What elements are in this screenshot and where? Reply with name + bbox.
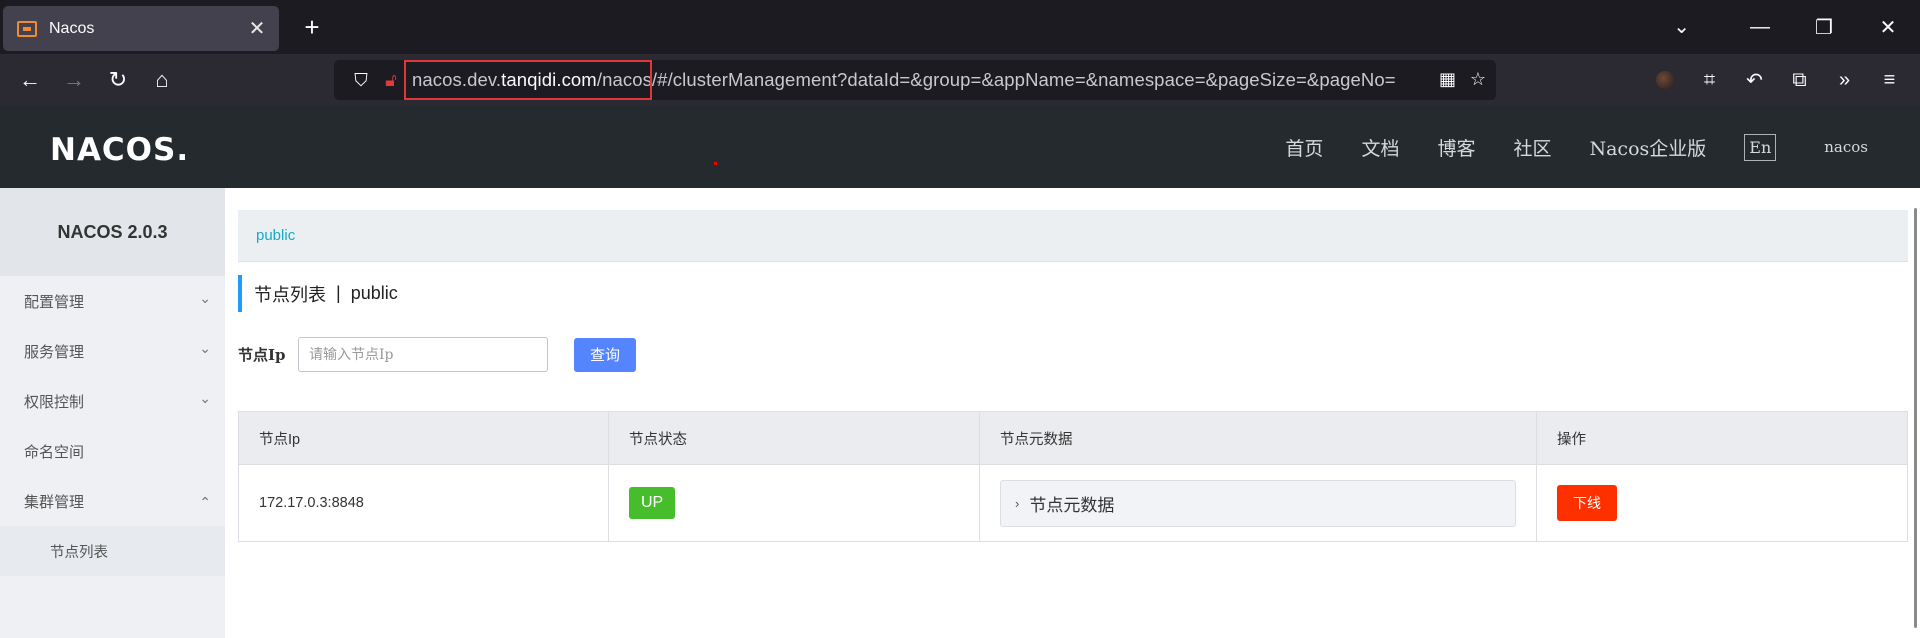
tracking-shield-icon[interactable]: ⛉ <box>346 70 376 91</box>
metadata-label: 节点元数据 <box>1029 495 1115 515</box>
nacos-favicon-icon <box>17 20 37 37</box>
close-window-icon[interactable]: ✕ <box>1856 15 1920 40</box>
sidebar-item-auth[interactable]: 权限控制 ⌄ <box>0 376 225 426</box>
nav-enterprise[interactable]: Nacos企业版 <box>1589 134 1706 161</box>
sidebar-item-config[interactable]: 配置管理 ⌄ <box>0 276 225 326</box>
sidebar-item-cluster[interactable]: 集群管理 ⌃ <box>0 476 225 526</box>
browser-tab-nacos[interactable]: Nacos ✕ <box>3 6 279 51</box>
nav-blog[interactable]: 博客 <box>1437 134 1475 161</box>
home-icon[interactable]: ⌂ <box>140 60 184 100</box>
title-separator: | <box>336 283 341 303</box>
window-controls: — ❐ ✕ <box>1728 0 1920 54</box>
column-header-status: 节点状态 <box>608 411 980 465</box>
metadata-collapse[interactable]: › 节点元数据 <box>1000 479 1516 527</box>
restore-icon[interactable]: ❐ <box>1792 15 1856 40</box>
sidebar-version-title: NACOS 2.0.3 <box>0 188 225 276</box>
status-badge: UP <box>629 487 676 519</box>
sidebar-item-namespace[interactable]: 命名空间 <box>0 426 225 476</box>
node-ip-label: 节点Ip <box>238 346 286 364</box>
namespace-link[interactable]: public <box>256 227 295 244</box>
crop-icon[interactable]: ⌗ <box>1687 60 1732 100</box>
chevron-down-icon: ⌄ <box>199 340 211 356</box>
search-form: 节点Ip 查询 <box>238 337 636 372</box>
table-header-row: 节点Ip 节点状态 节点元数据 操作 <box>238 411 1908 465</box>
site-nav: 首页 文档 博客 社区 Nacos企业版 En nacos <box>1285 106 1920 188</box>
node-status-cell: UP <box>608 464 980 542</box>
close-tab-icon[interactable]: ✕ <box>247 16 267 41</box>
namespace-bar: public <box>238 210 1908 262</box>
nav-home[interactable]: 首页 <box>1285 134 1323 161</box>
nav-docs[interactable]: 文档 <box>1361 134 1399 161</box>
sidebar-subitem-node-list[interactable]: 节点列表 <box>0 526 225 576</box>
column-header-ip: 节点Ip <box>238 411 609 465</box>
sidebar: NACOS 2.0.3 配置管理 ⌄ 服务管理 ⌄ 权限控制 ⌄ 命名空间 集群… <box>0 188 225 638</box>
undo-icon[interactable]: ↶ <box>1732 60 1777 100</box>
minimize-icon[interactable]: — <box>1728 16 1792 39</box>
overflow-chevrons-icon[interactable]: » <box>1822 60 1867 100</box>
chevron-up-icon: ⌃ <box>199 494 211 510</box>
browser-extensions: ⌗ ↶ ⧉ » ≡ <box>1642 60 1912 100</box>
browser-tab-strip: Nacos ✕ + ⌄ — ❐ ✕ <box>0 0 1920 54</box>
new-tab-button[interactable]: + <box>297 12 327 43</box>
nacos-logo[interactable]: NACOS. <box>50 132 189 168</box>
profile-avatar-icon[interactable] <box>1642 60 1687 100</box>
chevron-right-icon: › <box>1015 495 1020 511</box>
sidebar-item-label: 集群管理 <box>24 493 85 511</box>
sidebar-item-label: 权限控制 <box>24 393 85 411</box>
scrollbar-thumb[interactable] <box>1914 208 1917 628</box>
node-metadata-cell: › 节点元数据 <box>979 464 1537 542</box>
url-highlight-box <box>404 60 652 100</box>
url-bar[interactable]: ⛉ 🔓︎ nacos.dev.tanqidi.com/nacos/#/clust… <box>334 60 1496 100</box>
nav-community[interactable]: 社区 <box>1513 134 1551 161</box>
qr-code-icon[interactable]: ▦ <box>1439 69 1456 90</box>
browser-toolbar: ← → ↻ ⌂ ⛉ 🔓︎ nacos.dev.tanqidi.com/nacos… <box>0 54 1920 106</box>
bookmark-star-icon[interactable]: ☆ <box>1470 69 1486 90</box>
offline-button[interactable]: 下线 <box>1557 485 1617 521</box>
column-header-action: 操作 <box>1536 411 1908 465</box>
user-name[interactable]: nacos <box>1824 138 1868 156</box>
url-path: /nacos/#/clusterManagement?dataId=&group… <box>596 69 1396 90</box>
sidebar-item-services[interactable]: 服务管理 ⌄ <box>0 326 225 376</box>
column-header-metadata: 节点元数据 <box>979 411 1537 465</box>
language-toggle-button[interactable]: En <box>1744 133 1777 161</box>
sidebar-item-label: 配置管理 <box>24 293 85 311</box>
content-panel: public 节点列表 | public 节点Ip 查询 节点Ip 节点状态 节… <box>238 188 1908 638</box>
sidebar-item-label: 服务管理 <box>24 343 85 361</box>
list-all-tabs-icon[interactable]: ⌄ <box>1673 14 1690 39</box>
menu-hamburger-icon[interactable]: ≡ <box>1867 60 1912 100</box>
node-table: 节点Ip 节点状态 节点元数据 操作 172.17.0.3:8848 UP › … <box>238 411 1908 542</box>
site-header: NACOS. 首页 文档 博客 社区 Nacos企业版 En nacos <box>0 106 1920 188</box>
page-title: 节点列表 | public <box>238 275 398 312</box>
page-title-namespace: public <box>350 283 398 303</box>
tab-title: Nacos <box>49 19 95 37</box>
reload-icon[interactable]: ↻ <box>96 60 140 100</box>
node-ip-cell: 172.17.0.3:8848 <box>238 464 609 542</box>
chevron-down-icon: ⌄ <box>199 390 211 406</box>
insecure-lock-icon[interactable]: 🔓︎ <box>376 70 406 91</box>
page-scrollbar[interactable] <box>1908 188 1920 638</box>
main-area: NACOS 2.0.3 配置管理 ⌄ 服务管理 ⌄ 权限控制 ⌄ 命名空间 集群… <box>0 188 1920 638</box>
node-ip-input[interactable] <box>298 337 548 372</box>
table-row: 172.17.0.3:8848 UP › 节点元数据 下线 <box>238 464 1908 542</box>
back-arrow-icon[interactable]: ← <box>8 60 52 100</box>
sidebar-item-label: 命名空间 <box>24 443 85 461</box>
red-dot-marker <box>714 162 717 165</box>
forward-arrow-icon[interactable]: → <box>52 60 96 100</box>
chevron-down-icon: ⌄ <box>199 290 211 306</box>
extensions-icon[interactable]: ⧉ <box>1777 60 1822 100</box>
query-button[interactable]: 查询 <box>574 337 636 372</box>
node-action-cell: 下线 <box>1536 464 1908 542</box>
page-title-text: 节点列表 <box>254 284 326 305</box>
